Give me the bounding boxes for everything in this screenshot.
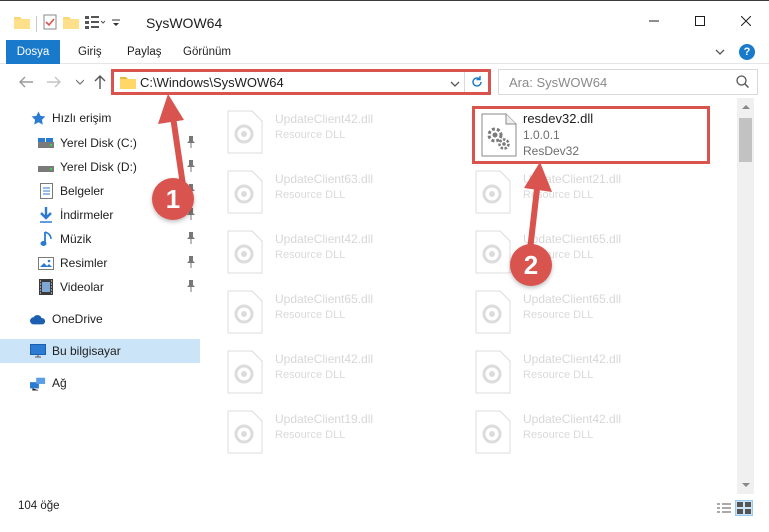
annotation-badge-1: 1 <box>152 178 194 220</box>
annotation-arrow-1-head <box>158 94 184 124</box>
annotation-arrow-2-head <box>524 162 552 192</box>
annotation-badge-2: 2 <box>510 244 552 286</box>
annotation-arrow-2 <box>527 179 541 251</box>
annotation-arrows <box>158 94 552 251</box>
